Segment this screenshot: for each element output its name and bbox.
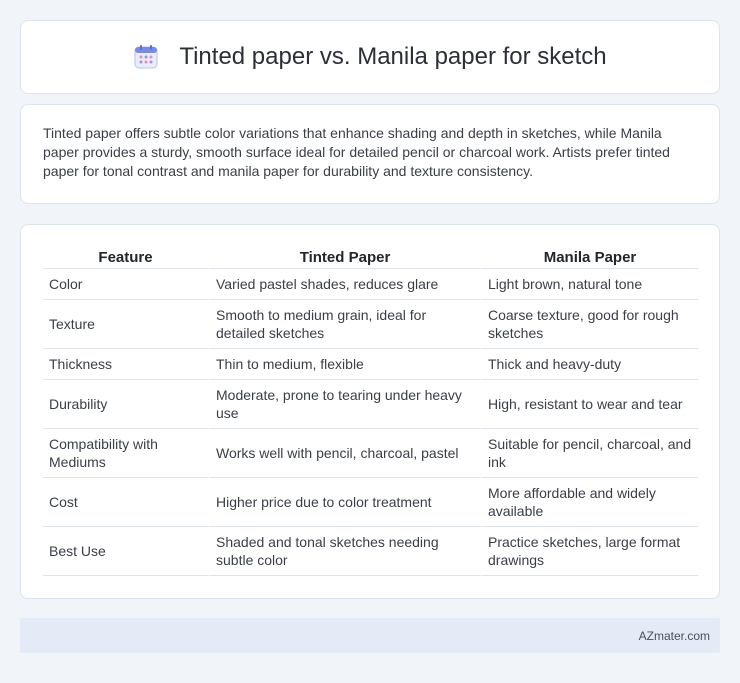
footer-bar: AZmater.com bbox=[20, 618, 720, 653]
comparison-table: Feature Tinted Paper Manila Paper Color … bbox=[43, 247, 698, 576]
feature-cell: Best Use bbox=[43, 527, 208, 576]
table-row: Best Use Shaded and tonal sketches needi… bbox=[43, 527, 698, 576]
manila-cell: Suitable for pencil, charcoal, and ink bbox=[480, 429, 698, 478]
manila-cell: Practice sketches, large format drawings bbox=[480, 527, 698, 576]
feature-cell: Compatibility with Mediums bbox=[43, 429, 208, 478]
page-title: Tinted paper vs. Manila paper for sketch bbox=[179, 43, 607, 70]
header-feature: Feature bbox=[43, 247, 208, 269]
table-row: Cost Higher price due to color treatment… bbox=[43, 478, 698, 527]
header-tinted-paper: Tinted Paper bbox=[208, 247, 480, 269]
table-row: Color Varied pastel shades, reduces glar… bbox=[43, 269, 698, 300]
feature-cell: Color bbox=[43, 269, 208, 300]
feature-cell: Durability bbox=[43, 380, 208, 429]
tinted-cell: Works well with pencil, charcoal, pastel bbox=[208, 429, 480, 478]
tinted-cell: Shaded and tonal sketches needing subtle… bbox=[208, 527, 480, 576]
summary-card: Tinted paper offers subtle color variati… bbox=[20, 104, 720, 204]
manila-cell: High, resistant to wear and tear bbox=[480, 380, 698, 429]
feature-cell: Cost bbox=[43, 478, 208, 527]
manila-cell: Light brown, natural tone bbox=[480, 269, 698, 300]
comparison-card: Feature Tinted Paper Manila Paper Color … bbox=[20, 224, 720, 599]
manila-cell: Coarse texture, good for rough sketches bbox=[480, 300, 698, 349]
header-manila-paper: Manila Paper bbox=[480, 247, 698, 269]
tinted-cell: Moderate, prone to tearing under heavy u… bbox=[208, 380, 480, 429]
tinted-cell: Higher price due to color treatment bbox=[208, 478, 480, 527]
feature-cell: Thickness bbox=[43, 349, 208, 380]
summary-paragraph: Tinted paper offers subtle color variati… bbox=[43, 125, 670, 179]
table-row: Thickness Thin to medium, flexible Thick… bbox=[43, 349, 698, 380]
table-row: Texture Smooth to medium grain, ideal fo… bbox=[43, 300, 698, 349]
table-row: Compatibility with Mediums Works well wi… bbox=[43, 429, 698, 478]
feature-cell: Texture bbox=[43, 300, 208, 349]
tinted-cell: Thin to medium, flexible bbox=[208, 349, 480, 380]
footer-brand-link[interactable]: AZmater.com bbox=[639, 629, 710, 643]
manila-cell: Thick and heavy-duty bbox=[480, 349, 698, 380]
tinted-cell: Smooth to medium grain, ideal for detail… bbox=[208, 300, 480, 349]
table-row: Durability Moderate, prone to tearing un… bbox=[43, 380, 698, 429]
calendar-icon bbox=[133, 44, 159, 70]
table-header-row: Feature Tinted Paper Manila Paper bbox=[43, 247, 698, 269]
tinted-cell: Varied pastel shades, reduces glare bbox=[208, 269, 480, 300]
manila-cell: More affordable and widely available bbox=[480, 478, 698, 527]
title-card: Tinted paper vs. Manila paper for sketch bbox=[20, 20, 720, 94]
